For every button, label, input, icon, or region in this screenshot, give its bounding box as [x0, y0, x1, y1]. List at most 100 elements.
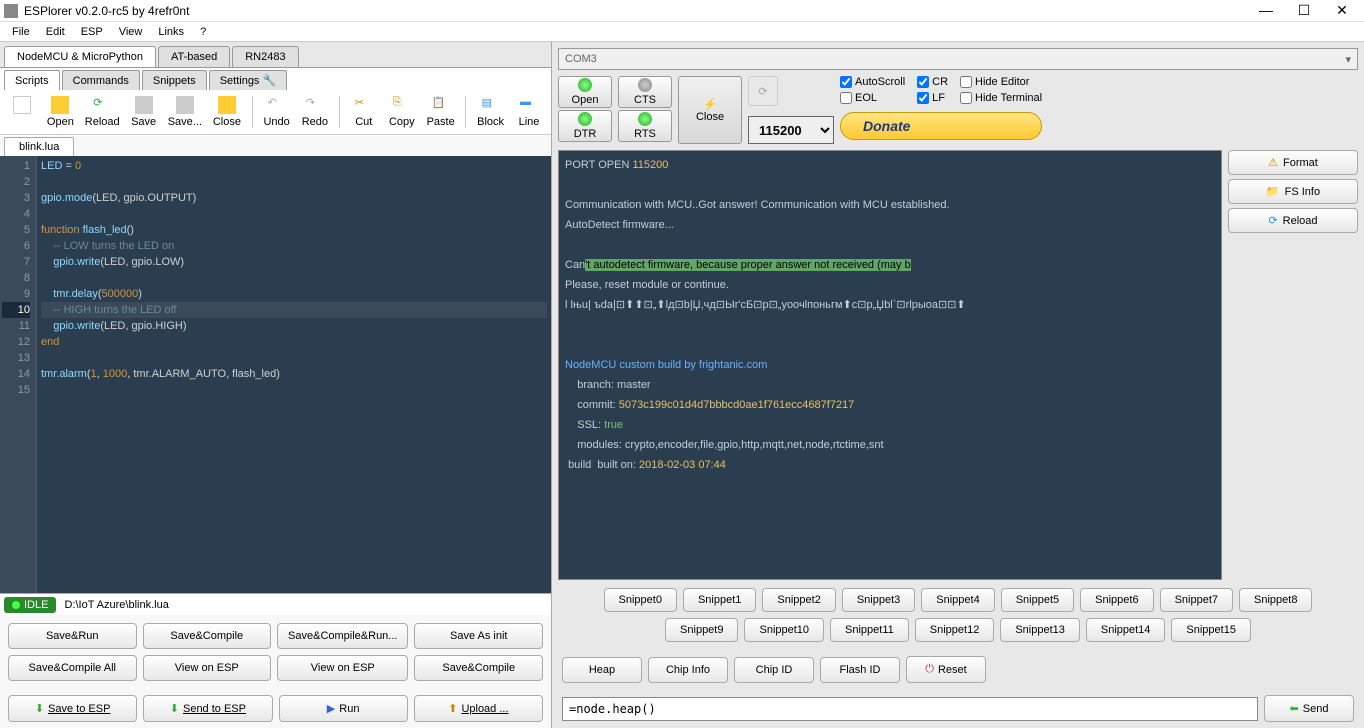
hide-terminal-check[interactable]: Hide Terminal: [960, 92, 1042, 104]
menu-links[interactable]: Links: [152, 24, 190, 40]
menu-help[interactable]: ?: [194, 24, 212, 40]
open-conn-button[interactable]: Open: [558, 76, 612, 108]
saveas-button[interactable]: Save...: [164, 94, 206, 130]
maximize-button[interactable]: ☐: [1294, 2, 1314, 19]
save-to-esp-button[interactable]: ⬇Save to ESP: [8, 695, 137, 722]
subtab-scripts[interactable]: Scripts: [4, 70, 60, 90]
file-tab[interactable]: blink.lua: [4, 137, 74, 156]
code-editor[interactable]: 123456789101112131415 LED = 0 gpio.mode(…: [0, 156, 551, 593]
close-conn-button[interactable]: ⚡Close: [678, 76, 742, 144]
snippet12-button[interactable]: Snippet12: [915, 618, 995, 642]
rts-button[interactable]: RTS: [618, 110, 672, 142]
command-input[interactable]: [562, 697, 1258, 721]
file-path: D:\IoT Azure\blink.lua: [64, 599, 168, 611]
snippet6-button[interactable]: Snippet6: [1080, 588, 1153, 612]
cts-button[interactable]: CTS: [618, 76, 672, 108]
upload-button[interactable]: ⬆Upload ...: [414, 695, 543, 722]
redo-button[interactable]: ↷Redo: [297, 94, 333, 130]
heap-button[interactable]: Heap: [562, 657, 642, 683]
hide-editor-check[interactable]: Hide Editor: [960, 76, 1042, 88]
autoscroll-check[interactable]: AutoScroll: [840, 76, 905, 88]
snippet1-button[interactable]: Snippet1: [683, 588, 756, 612]
snippet8-button[interactable]: Snippet8: [1239, 588, 1312, 612]
refresh-ports-button[interactable]: ⟳: [748, 76, 778, 106]
send-button[interactable]: ⬅Send: [1264, 695, 1354, 722]
save-compile-button[interactable]: Save&Compile: [143, 623, 272, 649]
donate-button[interactable]: Donate: [840, 112, 1042, 140]
send-to-esp-button[interactable]: ⬇Send to ESP: [143, 695, 272, 722]
snippets-row: Snippet0 Snippet1 Snippet2 Snippet3 Snip…: [552, 580, 1364, 650]
info-icon: 📁: [1266, 185, 1280, 198]
reset-button[interactable]: ⏻Reset: [906, 656, 986, 683]
app-icon: [4, 4, 18, 18]
copy-button[interactable]: ⎘Copy: [384, 94, 420, 130]
new-button[interactable]: [4, 94, 40, 130]
tab-rn2483[interactable]: RN2483: [232, 46, 298, 67]
subtab-commands[interactable]: Commands: [62, 70, 140, 90]
open-button[interactable]: Open: [42, 94, 79, 130]
view-on-esp2-button[interactable]: View on ESP: [277, 655, 408, 681]
block-button[interactable]: ▤Block: [472, 94, 509, 130]
baud-select[interactable]: 115200: [748, 116, 834, 144]
snippet14-button[interactable]: Snippet14: [1086, 618, 1166, 642]
flashid-button[interactable]: Flash ID: [820, 657, 900, 683]
save-as-init-button[interactable]: Save As init: [414, 623, 543, 649]
snippet11-button[interactable]: Snippet11: [830, 618, 909, 642]
dtr-button[interactable]: DTR: [558, 110, 612, 142]
menu-file[interactable]: File: [6, 24, 36, 40]
snippet7-button[interactable]: Snippet7: [1160, 588, 1233, 612]
chipid-button[interactable]: Chip ID: [734, 657, 814, 683]
run-button[interactable]: ▶Run: [279, 695, 408, 722]
save-run-button[interactable]: Save&Run: [8, 623, 137, 649]
snippet13-button[interactable]: Snippet13: [1000, 618, 1080, 642]
snippet4-button[interactable]: Snippet4: [921, 588, 994, 612]
snippet5-button[interactable]: Snippet5: [1001, 588, 1074, 612]
port-select[interactable]: COM3▾: [558, 48, 1358, 70]
save-compile2-button[interactable]: Save&Compile: [414, 655, 543, 681]
subtab-snippets[interactable]: Snippets: [142, 70, 207, 90]
snippet15-button[interactable]: Snippet15: [1171, 618, 1251, 642]
subtab-settings[interactable]: Settings🔧: [209, 70, 287, 90]
titlebar: ESPlorer v0.2.0-rc5 by 4refr0nt — ☐ ✕: [0, 0, 1364, 22]
reload-fs-button[interactable]: ⟳Reload: [1228, 208, 1358, 233]
file-icon: [13, 96, 31, 114]
chipinfo-button[interactable]: Chip Info: [648, 657, 728, 683]
menu-view[interactable]: View: [113, 24, 149, 40]
close-window-button[interactable]: ✕: [1332, 2, 1352, 19]
tab-at[interactable]: AT-based: [158, 46, 230, 67]
menu-edit[interactable]: Edit: [40, 24, 71, 40]
window-title: ESPlorer v0.2.0-rc5 by 4refr0nt: [24, 4, 1256, 18]
snippet3-button[interactable]: Snippet3: [842, 588, 915, 612]
format-icon: ⚠: [1268, 156, 1278, 169]
line-button[interactable]: ▬Line: [511, 94, 547, 130]
save-compile-all-button[interactable]: Save&Compile All: [8, 655, 137, 681]
close-file-button[interactable]: Close: [208, 94, 246, 130]
paste-button[interactable]: 📋Paste: [422, 94, 460, 130]
led-green-icon: [578, 78, 592, 92]
cr-check[interactable]: CR: [917, 76, 948, 88]
snippet10-button[interactable]: Snippet10: [744, 618, 824, 642]
minimize-button[interactable]: —: [1256, 2, 1276, 19]
line-icon: ▬: [520, 96, 538, 114]
tab-nodemcu[interactable]: NodeMCU & MicroPython: [4, 46, 156, 67]
view-on-esp-button[interactable]: View on ESP: [143, 655, 272, 681]
terminal[interactable]: PORT OPEN 115200 Communication with MCU.…: [558, 150, 1222, 580]
save-button[interactable]: Save: [126, 94, 162, 130]
fsinfo-button[interactable]: 📁FS Info: [1228, 179, 1358, 204]
snippet2-button[interactable]: Snippet2: [762, 588, 835, 612]
code-area[interactable]: LED = 0 gpio.mode(LED, gpio.OUTPUT) func…: [36, 156, 551, 593]
snippet9-button[interactable]: Snippet9: [665, 618, 738, 642]
cut-button[interactable]: ✂Cut: [346, 94, 382, 130]
reload-button[interactable]: ⟳Reload: [81, 94, 124, 130]
undo-icon: ↶: [268, 96, 286, 114]
lf-check[interactable]: LF: [917, 92, 948, 104]
save-icon: [135, 96, 153, 114]
menu-esp[interactable]: ESP: [75, 24, 109, 40]
redo-icon: ↷: [306, 96, 324, 114]
format-button[interactable]: ⚠Format: [1228, 150, 1358, 175]
eol-check[interactable]: EOL: [840, 92, 905, 104]
snippet0-button[interactable]: Snippet0: [604, 588, 677, 612]
menubar: File Edit ESP View Links ?: [0, 22, 1364, 42]
undo-button[interactable]: ↶Undo: [258, 94, 294, 130]
save-compile-run-button[interactable]: Save&Compile&Run...: [277, 623, 408, 649]
